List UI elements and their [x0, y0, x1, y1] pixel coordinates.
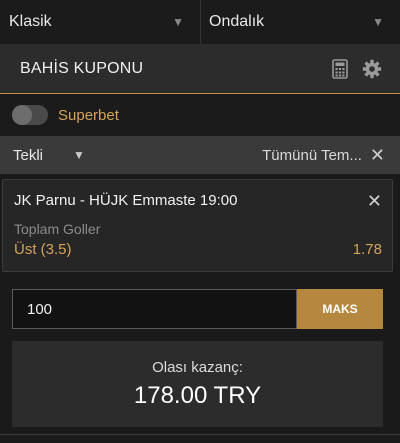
odds-format-value: Klasik [9, 13, 52, 30]
chevron-down-icon: ▼ [372, 15, 384, 29]
calculator-icon[interactable] [332, 58, 348, 79]
remove-bet-close-icon[interactable]: ✕ [367, 192, 382, 210]
bet-type-row: Tekli ▼ Tümünü Tem... ✕ [0, 136, 400, 174]
superbet-label: Superbet [58, 106, 119, 124]
bet-selection: Üst (3.5) [14, 241, 72, 258]
bet-market: Toplam Goller [14, 221, 101, 237]
bet-odds: 1.78 [352, 241, 382, 258]
odds-type-dropdown[interactable]: Ondalık ▼ [200, 0, 400, 44]
stake-input[interactable] [12, 289, 297, 329]
superbet-row: Superbet [0, 95, 400, 135]
odds-type-value: Ondalık [209, 13, 265, 30]
potential-win-value: 178.00 TRY [133, 381, 262, 409]
close-icon: ✕ [369, 145, 385, 165]
stake-row: MAKS [12, 289, 383, 329]
bet-match: JK Parnu - HÜJK Emmaste 19:00 [14, 192, 238, 209]
coupon-title: BAHİS KUPONU [20, 59, 144, 77]
odds-format-dropdown[interactable]: Klasik ▼ [0, 0, 200, 44]
potential-win-label: Olası kazanç: [152, 358, 243, 376]
bet-type-value: Tekli [13, 146, 44, 164]
max-stake-button[interactable]: MAKS [297, 289, 383, 329]
bet-card: JK Parnu - HÜJK Emmaste 19:00 ✕ Toplam G… [2, 179, 393, 272]
clear-all-label: Tümünü Tem... [262, 146, 362, 164]
clear-all-button[interactable]: Tümünü Tem... ✕ [262, 146, 385, 164]
coupon-header: BAHİS KUPONU [0, 44, 400, 94]
top-bar: Klasik ▼ Ondalık ▼ [0, 0, 400, 44]
divider [0, 434, 400, 435]
toggle-knob [12, 105, 32, 125]
bet-type-dropdown[interactable]: Tekli ▼ [13, 147, 85, 164]
superbet-toggle[interactable] [12, 105, 48, 125]
chevron-down-icon: ▼ [172, 15, 184, 29]
bet-selection-row: Üst (3.5) 1.78 [14, 241, 382, 258]
potential-win-box: Olası kazanç: 178.00 TRY [12, 341, 383, 427]
gear-icon[interactable] [362, 59, 382, 79]
chevron-down-icon: ▼ [73, 148, 85, 162]
